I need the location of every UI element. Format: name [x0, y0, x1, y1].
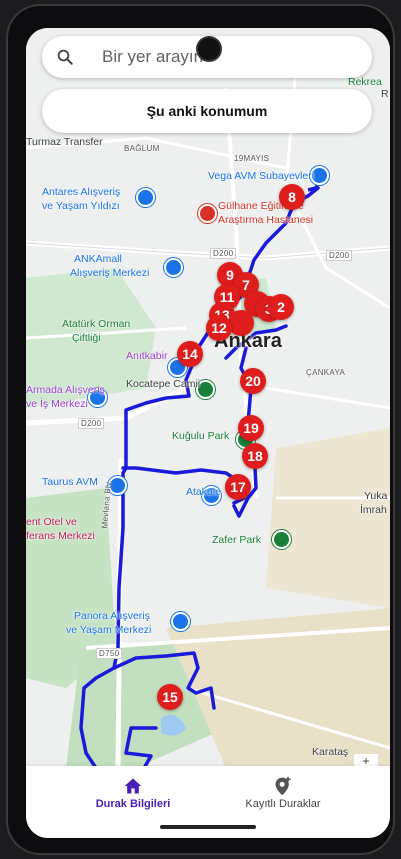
stop-marker-20[interactable]: 20	[240, 368, 266, 394]
map-label: Armada Alışveriş	[26, 384, 105, 396]
map-label: Araştırma Hastanesi	[218, 214, 314, 226]
stop-marker-19[interactable]: 19	[238, 415, 264, 441]
map-label: Atakule	[186, 486, 222, 498]
map-label: Anıtkabir	[126, 350, 168, 362]
map-label: ve Yaşam Merkezi	[66, 624, 152, 636]
road-shield: D200	[210, 248, 237, 259]
map-label: R	[381, 88, 389, 100]
phone-frame: BAĞLUM Turmaz Transfer 19MAYIS Vega AVM …	[6, 4, 395, 855]
stop-marker-cluster[interactable]	[228, 310, 254, 336]
map-view[interactable]: BAĞLUM Turmaz Transfer 19MAYIS Vega AVM …	[26, 28, 390, 768]
map-label: Antares Alışveriş	[42, 186, 121, 198]
map-label: ve İş Merkezi	[26, 398, 88, 410]
map-label: Kuğulu Park	[172, 430, 230, 442]
road-shield: D200	[326, 250, 353, 261]
road-shield: D750	[96, 648, 123, 659]
map-label: ÇANKAYA	[306, 368, 346, 377]
front-camera	[198, 38, 220, 60]
map-label: Panora Alışveriş	[74, 610, 150, 622]
map-label: ANKAmall	[74, 253, 122, 265]
nav-item-saved-stops[interactable]: Kayıtlı Duraklar	[192, 774, 374, 810]
stop-marker-15[interactable]: 15	[157, 684, 183, 710]
map-label: Yuka	[364, 490, 388, 502]
current-location-button[interactable]: Şu anki konumum	[42, 89, 372, 133]
hill-area	[266, 428, 390, 608]
stop-marker-8[interactable]: 8	[279, 184, 305, 210]
shopping-pin-icon[interactable]	[164, 258, 183, 277]
add-location-icon	[192, 774, 374, 798]
map-label: Kocatepe Camii	[126, 378, 201, 390]
hospital-pin-icon[interactable]	[198, 204, 217, 223]
stop-marker-18[interactable]: 18	[242, 443, 268, 469]
shopping-pin-icon[interactable]	[136, 188, 155, 207]
map-label: ferans Merkezi	[26, 530, 95, 542]
shopping-pin-icon[interactable]	[171, 612, 190, 631]
map-label: Vega AVM Subayevleri	[208, 170, 315, 182]
map-label: Karataş	[312, 746, 349, 758]
map-label: ve Yaşam Yıldızı	[42, 200, 120, 212]
search-input[interactable]: Bir yer arayın	[102, 47, 203, 67]
home-indicator[interactable]	[160, 825, 256, 829]
map-label: Turmaz Transfer	[26, 136, 103, 148]
stop-marker-12[interactable]: 12	[206, 315, 232, 341]
road-shield: D200	[78, 418, 105, 429]
search-icon	[42, 48, 88, 66]
map-label: ent Otel ve	[26, 516, 77, 528]
map-label: İmrah	[360, 504, 387, 516]
map-label: Taurus AVM	[42, 476, 98, 488]
map-label: Alışveriş Merkezi	[70, 267, 150, 279]
map-label: Atatürk Orman	[62, 318, 131, 330]
map-label: Çiftliği	[72, 332, 101, 344]
map-label: 19MAYIS	[234, 154, 270, 163]
nav-item-label: Kayıtlı Duraklar	[245, 798, 321, 810]
map-label: BAĞLUM	[124, 144, 160, 153]
park-pin-icon[interactable]	[272, 530, 291, 549]
app-screen: BAĞLUM Turmaz Transfer 19MAYIS Vega AVM …	[26, 28, 390, 838]
stop-marker-14[interactable]: 14	[177, 341, 203, 367]
map-label: Zafer Park	[212, 534, 262, 546]
stop-marker-17[interactable]: 17	[225, 474, 251, 500]
stop-marker-2[interactable]: 2	[268, 294, 294, 320]
